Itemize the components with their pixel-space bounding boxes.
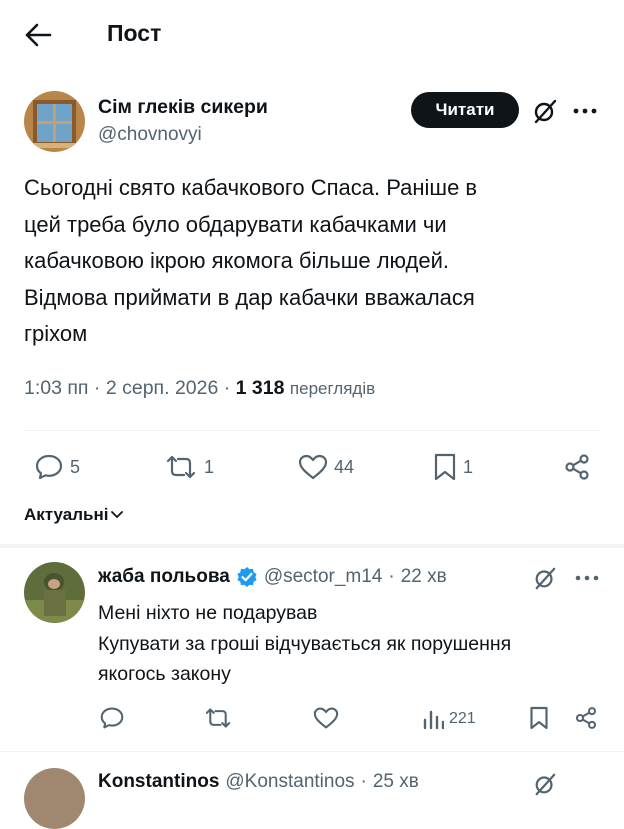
post-text-line: Сьогодні свято кабачкового Спаса. Раніше… (24, 175, 478, 200)
like-count: 44 (334, 456, 355, 477)
bookmark-icon (433, 453, 457, 481)
meta-dot: · (388, 566, 395, 587)
author-avatar[interactable] (24, 91, 85, 152)
verified-badge-icon (236, 566, 258, 588)
meta-dot: · (360, 771, 367, 792)
repost-count: 1 (204, 456, 215, 477)
reply-button[interactable]: 5 (34, 453, 80, 481)
post-text-line: кабачковою ікрою якомога більше людей. (24, 248, 450, 273)
back-arrow-icon[interactable] (24, 22, 52, 48)
views-count: 221 (449, 710, 476, 727)
reply-text: Мені ніхто не подарував Купувати за грош… (98, 598, 511, 690)
post-meta: 1:03 пп · 2 серп. 2026 · 1 318 перегляді… (24, 377, 375, 400)
grok-icon[interactable] (533, 772, 557, 796)
bookmark-count: 1 (463, 456, 474, 477)
next-reply-author-name[interactable]: Konstantinos (98, 771, 219, 793)
reply-text-line: якогось закону (98, 663, 231, 685)
sort-label: Актуальні (24, 505, 109, 524)
repost-icon[interactable] (203, 706, 233, 730)
divider (0, 751, 624, 752)
like-button[interactable]: 44 (298, 453, 354, 481)
reply-header: жаба польова @sector_m14 · 22 хв (98, 566, 447, 588)
views-count: 1 318 (235, 377, 285, 399)
repost-button[interactable]: 1 (164, 453, 214, 481)
reply-text-line: Мені ніхто не подарував (98, 602, 318, 624)
views-label: переглядів (289, 379, 376, 398)
post-text-line: гріхом (24, 321, 88, 346)
reply-handle[interactable]: @sector_m14 (264, 566, 383, 588)
author-handle[interactable]: @chovnovyi (98, 124, 202, 146)
more-options-icon[interactable] (575, 574, 599, 582)
reply-count: 5 (70, 456, 81, 477)
repost-icon (164, 453, 198, 481)
sort-dropdown[interactable]: Актуальні (24, 505, 124, 525)
post-text-line: Відмова приймати в дар кабачки вважалася (24, 284, 475, 310)
next-reply-handle[interactable]: @Konstantinos (225, 771, 354, 793)
analytics-icon (422, 708, 444, 730)
views-button[interactable]: 221 (422, 708, 476, 730)
reply-time[interactable]: 22 хв (401, 566, 447, 588)
author-name[interactable]: Сім глеків сикери (98, 96, 268, 119)
next-reply-avatar[interactable] (24, 768, 85, 829)
post-date[interactable]: 2 серп. 2026 (106, 377, 218, 399)
post-time[interactable]: 1:03 пп (24, 377, 89, 399)
more-options-icon[interactable] (573, 107, 597, 115)
grok-icon[interactable] (533, 566, 557, 590)
share-icon[interactable] (563, 453, 591, 481)
meta-dot: · (223, 377, 231, 399)
reply-avatar[interactable] (24, 562, 85, 623)
post-text: Сьогодні свято кабачкового Спаса. Раніше… (24, 170, 594, 353)
divider (24, 430, 600, 431)
reply-icon (34, 453, 64, 481)
reply-author-name[interactable]: жаба польова (98, 566, 230, 588)
reply-icon[interactable] (99, 706, 125, 730)
bookmark-button[interactable]: 1 (433, 453, 473, 481)
reply-text-line: Купувати за гроші відчувається як поруше… (98, 632, 512, 655)
post-text-line: цей треба було обдарувати кабачками чи (24, 211, 447, 237)
grok-icon[interactable] (532, 98, 558, 124)
follow-button[interactable]: Читати (411, 92, 519, 128)
share-icon[interactable] (574, 706, 598, 730)
page-title: Пост (107, 20, 162, 46)
chevron-down-icon (110, 510, 124, 520)
heart-icon[interactable] (313, 706, 339, 730)
section-separator (0, 544, 624, 548)
heart-icon (298, 453, 328, 481)
next-reply-header: Konstantinos @Konstantinos · 25 хв (98, 771, 419, 793)
meta-dot: · (93, 377, 101, 399)
bookmark-icon[interactable] (529, 706, 549, 730)
next-reply-time[interactable]: 25 хв (373, 771, 419, 793)
